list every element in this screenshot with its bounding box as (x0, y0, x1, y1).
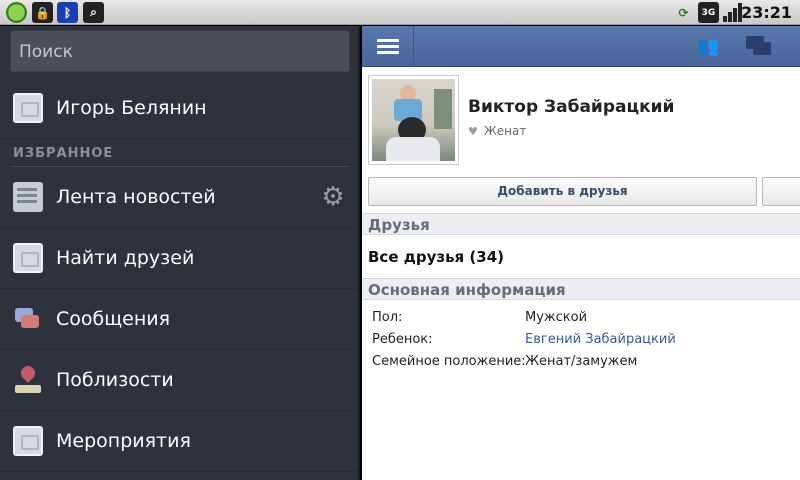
child-link[interactable]: Евгений Забайрацкий (525, 332, 676, 347)
search-input[interactable]: Поиск (10, 30, 350, 72)
sidebar-item-label: Найти друзей (56, 247, 195, 269)
lock-icon: 🔒 (32, 2, 53, 23)
sidebar: Поиск Игорь Белянин ИЗБРАННОЕ Лента ново… (0, 26, 360, 480)
info-value: Мужской (525, 310, 588, 325)
heart-icon: ♥ (468, 125, 478, 138)
info-label: Пол: (372, 310, 403, 325)
sidebar-user-name: Игорь Белянин (56, 97, 207, 119)
secondary-action-button[interactable] (762, 177, 800, 206)
profile-name: Виктор Забайрацкий (468, 97, 675, 117)
bluetooth-icon: ᛒ (57, 2, 78, 23)
sidebar-item-nearby[interactable]: Поблизости (0, 350, 358, 411)
sidebar-item-news-feed[interactable]: Лента новостей ⚙ (0, 167, 358, 228)
sidebar-item-messages[interactable]: Сообщения (0, 289, 358, 350)
sidebar-item-label: Поблизости (56, 369, 174, 391)
app-icon (6, 2, 27, 23)
events-icon (13, 426, 43, 456)
3g-icon: 3G (698, 2, 719, 23)
friends-section-header: Друзья (362, 213, 800, 235)
profile-panel: 👥 Виктор Забайрацкий ♥ Женат Добавить в д… (362, 26, 800, 480)
info-label: Ребенок: (372, 332, 433, 347)
news-feed-icon (13, 182, 43, 212)
all-friends-link[interactable]: Все друзья (34) (368, 248, 504, 266)
info-label: Семейное положение: (372, 354, 526, 369)
favorites-section-title: ИЗБРАННОЕ (13, 146, 114, 161)
sidebar-item-label: Сообщения (56, 308, 171, 330)
relationship-text: Женат (483, 124, 527, 138)
friend-requests-icon[interactable]: 👥 (697, 36, 721, 57)
top-bar: 👥 (362, 26, 800, 67)
gear-icon[interactable]: ⚙ (320, 184, 346, 210)
add-friend-button[interactable]: Добавить в друзья (368, 177, 757, 206)
sync-icon: ⟳ (678, 5, 689, 20)
nearby-icon (13, 365, 43, 395)
signal-icon (723, 3, 743, 22)
messages-icon[interactable] (746, 36, 772, 56)
search-icon: ⌕ (83, 2, 104, 23)
clock: 23:21 (741, 3, 792, 22)
sidebar-item-find-friends[interactable]: Найти друзей (0, 228, 358, 289)
menu-button[interactable] (362, 26, 414, 67)
find-friends-icon (13, 243, 43, 273)
profile-icon (13, 93, 43, 123)
profile-photo[interactable] (368, 75, 459, 165)
sidebar-item-label: Лента новостей (56, 186, 216, 208)
photo-image (372, 79, 455, 161)
status-bar: 🔒 ᛒ ⌕ ⟳ 3G 23:21 (0, 0, 800, 25)
info-section-header: Основная информация (362, 278, 800, 300)
info-value: Женат/замужем (525, 354, 638, 369)
sidebar-item-profile[interactable]: Игорь Белянин (0, 78, 358, 139)
sidebar-item-label: Мероприятия (56, 430, 191, 452)
relationship-status: ♥ Женат (468, 124, 526, 138)
messages-icon (13, 304, 43, 334)
sidebar-item-events[interactable]: Мероприятия (0, 411, 358, 472)
